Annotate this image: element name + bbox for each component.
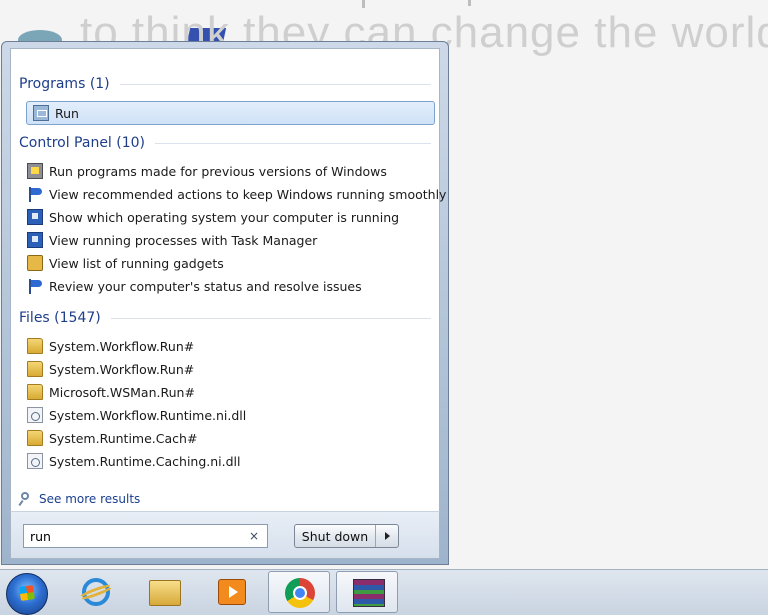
result-item-label: View list of running gadgets xyxy=(49,255,224,271)
result-item-recommended-actions[interactable]: View recommended actions to keep Windows… xyxy=(27,183,446,205)
result-item-label: View running processes with Task Manager xyxy=(49,232,318,248)
result-item-label: System.Workflow.Runtime.ni.dll xyxy=(49,407,247,423)
result-item-file[interactable]: System.Runtime.Cach# xyxy=(27,427,437,449)
result-item-compatibility[interactable]: Run programs made for previous versions … xyxy=(27,160,437,182)
divider xyxy=(155,142,431,144)
see-more-results-link[interactable]: See more results xyxy=(19,490,140,508)
shutdown-options-button[interactable] xyxy=(376,525,398,547)
divider xyxy=(119,83,431,85)
result-item-label: Run programs made for previous versions … xyxy=(49,163,387,179)
taskbar-button-media-player[interactable] xyxy=(200,571,262,613)
result-item-label: Run xyxy=(55,105,79,121)
taskbar-button-chrome[interactable] xyxy=(268,571,330,613)
result-item-file[interactable]: System.Runtime.Caching.ni.dll xyxy=(27,450,437,472)
result-item-label: View recommended actions to keep Windows… xyxy=(49,186,447,202)
result-item-run[interactable]: Run xyxy=(26,101,435,125)
folder-icon xyxy=(27,361,43,377)
chevron-right-icon xyxy=(384,532,390,540)
result-item-task-manager[interactable]: View running processes with Task Manager xyxy=(27,229,437,251)
shutdown-button[interactable]: Shut down xyxy=(295,525,376,547)
start-menu: Programs (1) Run Control Panel (10) Run … xyxy=(1,41,449,565)
action-center-flag-icon xyxy=(27,186,43,202)
result-item-label: Review your computer's status and resolv… xyxy=(49,278,362,294)
group-header-label: Files (1547) xyxy=(19,310,101,326)
system-monitor-icon xyxy=(27,209,43,225)
group-header-control-panel: Control Panel (10) xyxy=(19,132,431,154)
result-item-file[interactable]: System.Workflow.Run# xyxy=(27,358,437,380)
result-item-label: Show which operating system your compute… xyxy=(49,209,400,225)
result-item-computer-status[interactable]: Review your computer's status and resolv… xyxy=(27,275,437,297)
group-header-programs: Programs (1) xyxy=(19,73,431,95)
magnifier-icon xyxy=(19,492,33,506)
wallpaper-mark xyxy=(362,0,365,8)
result-item-label: System.Runtime.Caching.ni.dll xyxy=(49,453,241,469)
action-center-flag-icon xyxy=(27,278,43,294)
run-icon xyxy=(33,105,49,121)
wallpaper-mark xyxy=(468,0,471,6)
result-item-label: System.Workflow.Run# xyxy=(49,338,195,354)
compatibility-icon xyxy=(27,163,43,179)
result-item-label: System.Workflow.Run# xyxy=(49,361,195,377)
folder-icon xyxy=(27,338,43,354)
result-item-label: Microsoft.WSMan.Run# xyxy=(49,384,195,400)
windows-explorer-icon xyxy=(149,580,181,606)
result-item-label: System.Runtime.Cach# xyxy=(49,430,198,446)
start-menu-footer: × Shut down xyxy=(10,511,440,559)
result-item-file[interactable]: System.Workflow.Run# xyxy=(27,335,437,357)
dll-file-icon xyxy=(27,453,43,469)
see-more-label: See more results xyxy=(39,492,141,506)
taskbar-button-winrar[interactable] xyxy=(336,571,398,613)
result-item-file[interactable]: System.Workflow.Runtime.ni.dll xyxy=(27,404,437,426)
dll-file-icon xyxy=(27,407,43,423)
start-orb[interactable] xyxy=(6,573,48,615)
result-item-file[interactable]: Microsoft.WSMan.Run# xyxy=(27,381,437,403)
media-player-icon xyxy=(218,579,246,605)
search-results-pane: Programs (1) Run Control Panel (10) Run … xyxy=(10,48,446,511)
divider xyxy=(110,317,431,319)
clear-search-icon[interactable]: × xyxy=(249,529,259,543)
system-monitor-icon xyxy=(27,232,43,248)
folder-icon xyxy=(27,384,43,400)
search-input[interactable] xyxy=(30,528,240,544)
group-header-label: Programs (1) xyxy=(19,76,110,92)
gadgets-icon xyxy=(27,255,43,271)
folder-icon xyxy=(27,430,43,446)
search-box[interactable]: × xyxy=(23,524,268,548)
internet-explorer-icon xyxy=(82,578,110,606)
group-header-files: Files (1547) xyxy=(19,307,431,329)
shutdown-button-group: Shut down xyxy=(294,524,399,548)
taskbar-button-windows-explorer[interactable] xyxy=(133,571,195,613)
taskbar xyxy=(0,569,768,615)
group-header-label: Control Panel (10) xyxy=(19,135,146,151)
winrar-icon xyxy=(353,579,385,607)
result-item-gadgets[interactable]: View list of running gadgets xyxy=(27,252,437,274)
result-item-os-info[interactable]: Show which operating system your compute… xyxy=(27,206,437,228)
chrome-icon xyxy=(285,578,315,608)
taskbar-button-internet-explorer[interactable] xyxy=(64,571,126,613)
